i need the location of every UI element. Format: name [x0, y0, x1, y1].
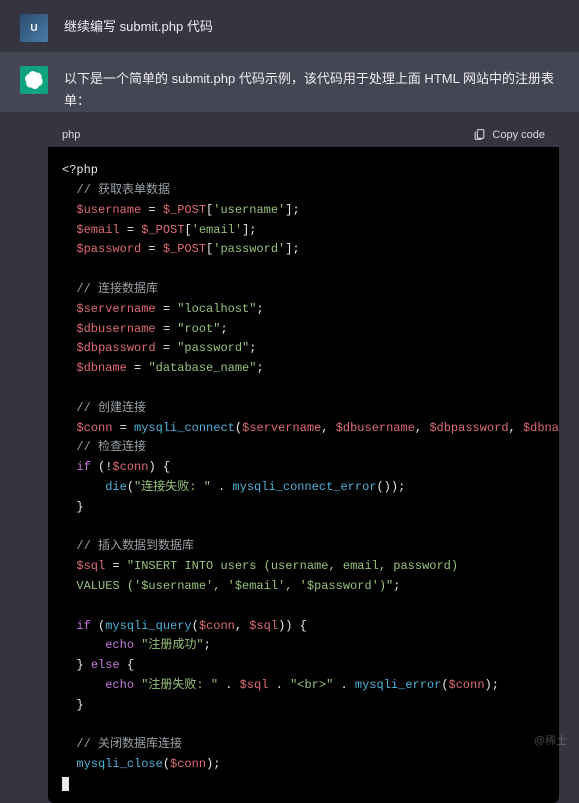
- assistant-message-row: 以下是一个简单的 submit.php 代码示例，该代码用于处理上面 HTML …: [0, 52, 579, 112]
- code-block: php Copy code <?php // 获取表单数据 $username …: [48, 122, 559, 803]
- code-content[interactable]: <?php // 获取表单数据 $username = $_POST['user…: [48, 147, 559, 803]
- user-avatar: U: [20, 14, 48, 42]
- code-language-label: php: [62, 129, 80, 141]
- watermark: @稀土: [534, 732, 567, 748]
- openai-icon: [25, 71, 43, 89]
- typing-cursor: [62, 777, 69, 791]
- copy-code-label: Copy code: [492, 129, 545, 141]
- assistant-avatar: [20, 66, 48, 94]
- code-header: php Copy code: [48, 122, 559, 147]
- user-message-row: U 继续编写 submit.php 代码: [0, 0, 579, 52]
- clipboard-icon: [473, 128, 486, 141]
- copy-code-button[interactable]: Copy code: [473, 128, 545, 141]
- assistant-message-text: 以下是一个简单的 submit.php 代码示例，该代码用于处理上面 HTML …: [64, 66, 559, 112]
- user-message-text: 继续编写 submit.php 代码: [64, 14, 559, 42]
